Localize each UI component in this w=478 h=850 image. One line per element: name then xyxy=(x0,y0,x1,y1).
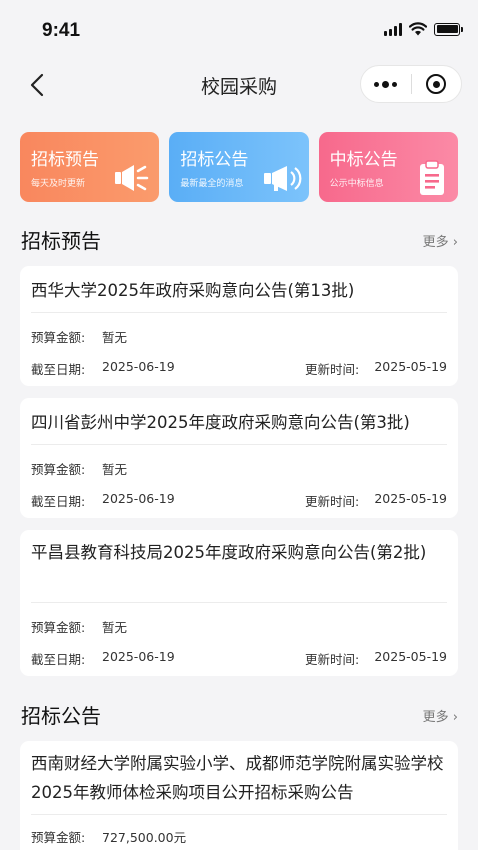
nav-bar: 校园采购 xyxy=(0,60,478,110)
category-tender-notice[interactable]: 招标公告 最新最全的消息 xyxy=(169,132,309,202)
list-item[interactable]: 平昌县教育科技局2025年度政府采购意向公告(第2批) 预算金额: 暂无 截至日… xyxy=(20,530,458,676)
section-header: 招标公告 更多 › xyxy=(20,700,458,730)
category-award-notice[interactable]: 中标公告 公示中标信息 xyxy=(318,132,458,202)
deadline-label: 截至日期: xyxy=(31,494,86,509)
item-title: 平昌县教育科技局2025年度政府采购意向公告(第2批) xyxy=(31,543,427,562)
category-title: 招标预告 xyxy=(31,150,99,170)
battery-icon xyxy=(434,22,463,36)
category-title: 招标公告 xyxy=(180,150,249,170)
deadline-label: 截至日期: xyxy=(31,362,86,377)
category-title: 中标公告 xyxy=(329,150,398,170)
wifi-icon xyxy=(409,22,427,36)
category-subtitle: 最新最全的消息 xyxy=(180,179,244,189)
loudspeaker-icon xyxy=(263,166,302,191)
budget-value: 暂无 xyxy=(102,620,128,635)
section-title: 招标公告 xyxy=(21,704,101,728)
clipboard-icon xyxy=(419,160,444,195)
section-header: 招标预告 更多 › xyxy=(20,225,458,255)
category-tender-preview[interactable]: 招标预告 每天及时更新 xyxy=(20,132,160,202)
updated-label: 更新时间: xyxy=(305,494,360,509)
budget-value: 暂无 xyxy=(102,330,128,345)
more-link[interactable]: 更多 › xyxy=(423,231,458,250)
item-title: 四川省彭州中学2025年度政府采购意向公告(第3批) xyxy=(31,413,410,432)
more-menu-button[interactable] xyxy=(361,80,411,88)
updated-label: 更新时间: xyxy=(305,652,360,667)
item-title: 西华大学2025年政府采购意向公告(第13批) xyxy=(31,281,355,300)
deadline-label: 截至日期: xyxy=(31,652,86,667)
category-subtitle: 公示中标信息 xyxy=(329,179,384,189)
updated-value: 2025-05-19 xyxy=(374,359,447,374)
divider xyxy=(31,602,447,603)
list-item[interactable]: 四川省彭州中学2025年度政府采购意向公告(第3批) 预算金额: 暂无 截至日期… xyxy=(20,398,458,518)
item-title: 西南财经大学附属实验小学、成都师范学院附属实验学校2025年教师体检采购项目公开… xyxy=(31,754,444,802)
category-row: 招标预告 每天及时更新 招标公告 最新最全的消息 中标公告 公示中标信息 xyxy=(20,132,458,202)
section-title: 招标预告 xyxy=(21,229,101,253)
status-bar: 9:41 xyxy=(0,0,478,60)
budget-value: 暂无 xyxy=(102,462,128,477)
megaphone-icon xyxy=(115,165,149,191)
mini-program-capsule xyxy=(360,65,462,103)
close-mini-program-button[interactable] xyxy=(411,74,461,94)
list-item[interactable]: 西南财经大学附属实验小学、成都师范学院附属实验学校2025年教师体检采购项目公开… xyxy=(20,741,458,850)
budget-label: 预算金额: xyxy=(31,830,86,845)
divider xyxy=(31,312,447,313)
divider xyxy=(31,814,447,815)
more-link[interactable]: 更多 › xyxy=(423,706,458,725)
status-time: 9:41 xyxy=(42,20,81,41)
status-icons xyxy=(384,22,463,36)
deadline-value: 2025-06-19 xyxy=(102,491,175,506)
deadline-value: 2025-06-19 xyxy=(102,649,175,664)
deadline-value: 2025-06-19 xyxy=(102,359,175,374)
budget-label: 预算金额: xyxy=(31,330,86,345)
budget-value: 727,500.00元 xyxy=(102,830,187,845)
budget-label: 预算金额: xyxy=(31,620,86,635)
budget-label: 预算金额: xyxy=(31,462,86,477)
updated-value: 2025-05-19 xyxy=(374,491,447,506)
divider xyxy=(31,444,447,445)
updated-label: 更新时间: xyxy=(305,362,360,377)
signal-icon xyxy=(384,22,402,36)
updated-value: 2025-05-19 xyxy=(374,649,447,664)
list-item[interactable]: 西华大学2025年政府采购意向公告(第13批) 预算金额: 暂无 截至日期: 2… xyxy=(20,266,458,386)
category-subtitle: 每天及时更新 xyxy=(31,179,86,189)
